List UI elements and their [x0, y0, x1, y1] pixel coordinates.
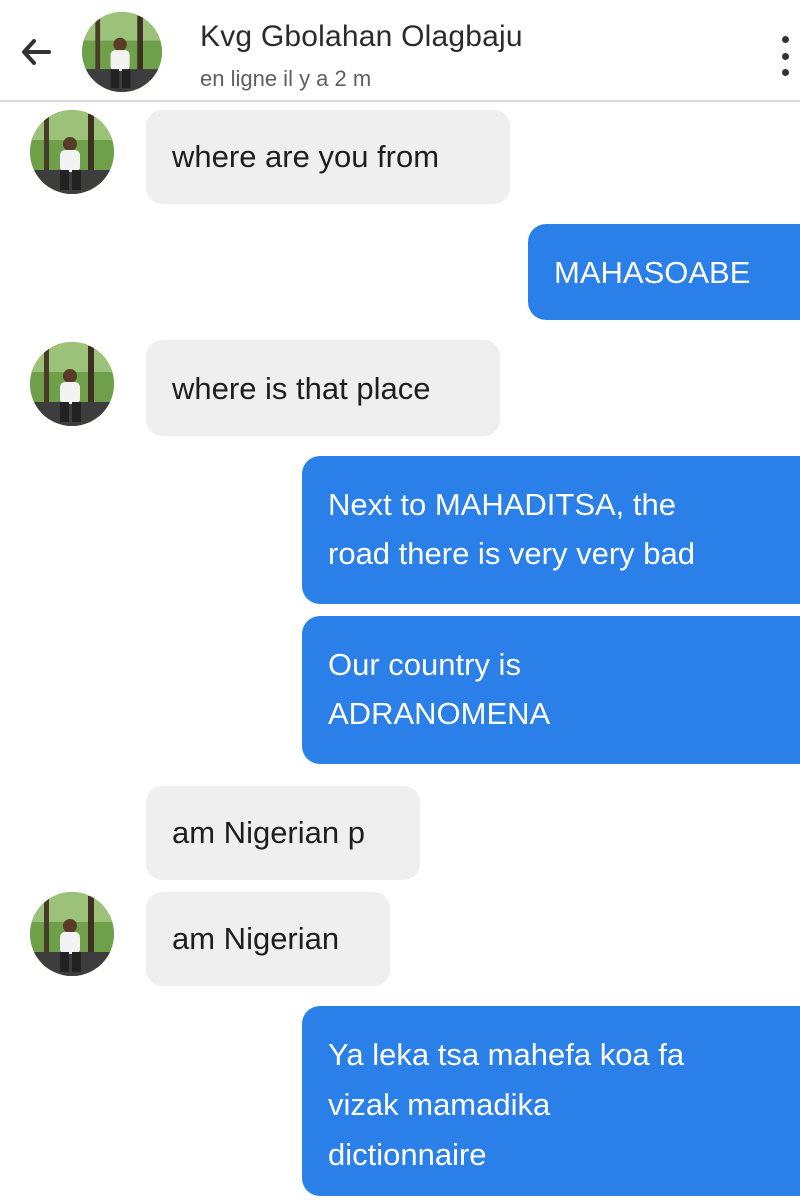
sender-avatar[interactable]: [30, 110, 114, 194]
arrow-left-icon: [22, 39, 51, 65]
message-text-line: dictionnaire: [328, 1137, 487, 1172]
message-bubble-incoming[interactable]: am Nigerian: [146, 892, 390, 986]
message-text-line: Our country is: [328, 647, 521, 682]
message-text: am Nigerian: [172, 921, 340, 956]
contact-avatar[interactable]: [82, 12, 162, 92]
message-text-line: Ya leka tsa mahefa koa fa: [328, 1037, 685, 1072]
message-text: am Nigerian p: [172, 815, 365, 850]
sender-avatar[interactable]: [30, 342, 114, 426]
message-text: MAHASOABE: [554, 255, 751, 290]
more-vertical-icon-dot: [781, 52, 789, 60]
conversation-header: Kvg Gbolahan Olagbaju en ligne il y a 2 …: [0, 0, 800, 102]
message-bubble-incoming[interactable]: am Nigerian p: [146, 786, 420, 880]
online-status: en ligne il y a 2 m: [200, 66, 372, 91]
message-text-line: vizak mamadika: [328, 1087, 551, 1122]
message-text-line: Next to MAHADITSA, the: [328, 487, 676, 522]
message-bubble-outgoing[interactable]: MAHASOABE: [528, 224, 800, 320]
message-bubble-outgoing[interactable]: Our country is ADRANOMENA: [302, 616, 800, 764]
message-text-line: ADRANOMENA: [328, 696, 551, 731]
message-bubble-outgoing[interactable]: Ya leka tsa mahefa koa fa vizak mamadika…: [302, 1006, 800, 1196]
back-button[interactable]: [14, 30, 58, 74]
message-text: where are you from: [172, 139, 440, 174]
more-options-button[interactable]: [772, 30, 798, 82]
contact-name[interactable]: Kvg Gbolahan Olagbaju: [200, 20, 523, 54]
message-text: where is that place: [172, 371, 431, 406]
message-bubble-incoming[interactable]: where is that place: [146, 340, 500, 436]
message-bubble-outgoing[interactable]: Next to MAHADITSA, the road there is ver…: [302, 456, 800, 604]
message-text-line: road there is very very bad: [328, 536, 696, 571]
more-vertical-icon: [781, 36, 789, 43]
sender-avatar[interactable]: [30, 892, 114, 976]
more-vertical-icon-dot: [781, 69, 789, 76]
message-bubble-incoming[interactable]: where are you from: [146, 110, 510, 204]
